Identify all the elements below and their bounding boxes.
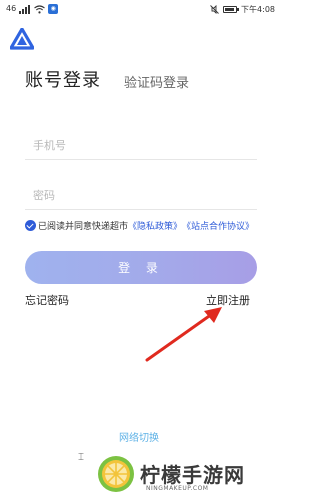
tab-account-login[interactable]: 账号登录 xyxy=(25,66,101,92)
network-type-label: 46 xyxy=(6,4,17,13)
site-agreement-link[interactable]: 《站点合作协议》 xyxy=(182,219,254,232)
phone-input[interactable] xyxy=(25,132,257,159)
phone-field-container xyxy=(25,132,257,160)
clock: 下午4:08 xyxy=(241,5,275,14)
status-right: 下午4:08 xyxy=(210,4,275,15)
watermark: 柠檬手游网 NINGMAKEUP.COM xyxy=(96,452,281,500)
watermark-url: NINGMAKEUP.COM xyxy=(146,485,209,492)
app-notification-icon: ◉ xyxy=(48,4,59,14)
status-left: 46 ◉ xyxy=(6,4,59,14)
signal-icon xyxy=(19,4,31,14)
wifi-icon xyxy=(34,4,46,13)
password-input[interactable] xyxy=(25,182,257,209)
annotation-arrow-icon xyxy=(145,307,222,362)
lemon-logo-icon xyxy=(98,456,134,492)
forgot-password-link[interactable]: 忘记密码 xyxy=(25,292,69,308)
network-switch-link[interactable]: 网络切换 xyxy=(119,429,159,444)
battery-icon xyxy=(223,6,240,13)
text-cursor: ⌶ xyxy=(78,452,84,463)
privacy-policy-link[interactable]: 《隐私政策》 xyxy=(128,219,182,232)
password-field-container xyxy=(25,182,257,210)
agreement-checkbox[interactable] xyxy=(25,220,36,231)
login-button[interactable]: 登 录 xyxy=(25,251,257,284)
agreement-row: 已阅读并同意快递超市 《隐私政策》 《站点合作协议》 xyxy=(25,219,254,232)
mute-icon xyxy=(210,5,219,14)
tab-code-login[interactable]: 验证码登录 xyxy=(124,72,189,91)
app-logo-icon xyxy=(10,28,34,50)
status-bar: 46 ◉ 下午4:08 xyxy=(0,0,281,20)
watermark-title: 柠檬手游网 xyxy=(140,463,245,487)
agreement-text: 已阅读并同意快递超市 xyxy=(38,222,129,232)
